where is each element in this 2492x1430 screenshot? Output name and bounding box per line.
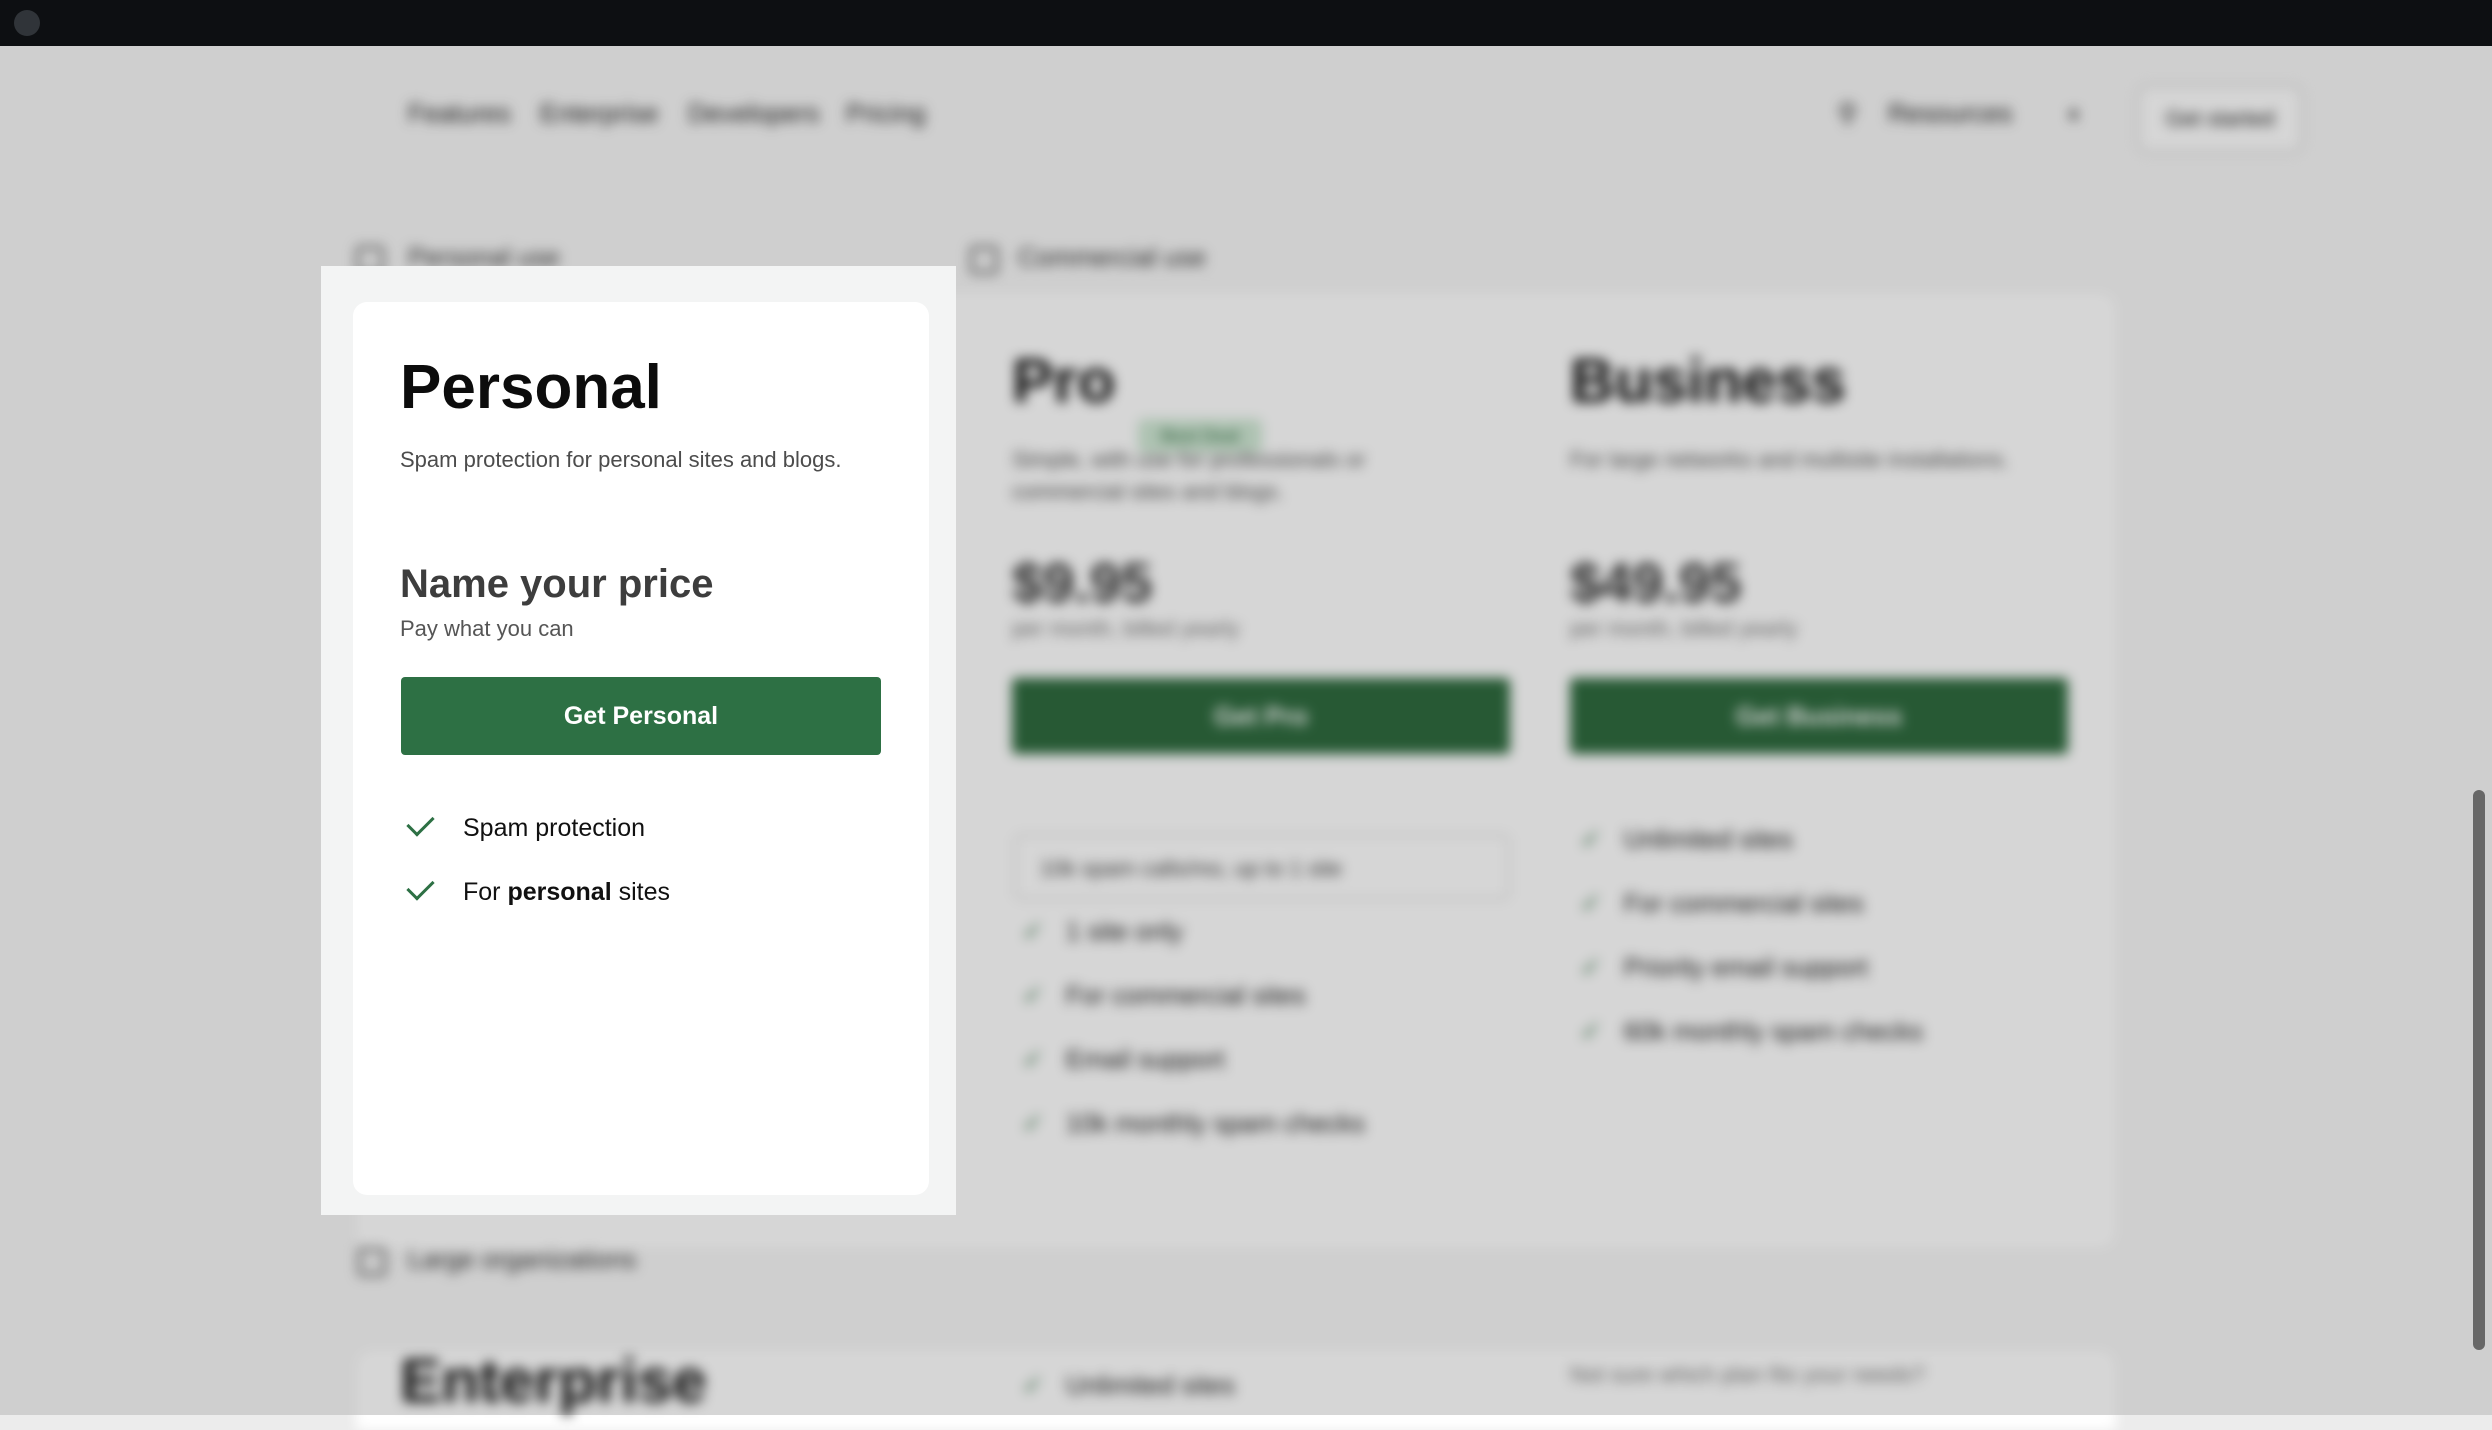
- name-your-price-heading: Name your price: [400, 562, 714, 606]
- personal-plan-description: Spam protection for personal sites and b…: [400, 447, 842, 472]
- personal-plan-title: Personal: [400, 353, 662, 422]
- personal-feature-spam-protection: Spam protection: [406, 808, 645, 845]
- pay-what-you-can-text: Pay what you can: [400, 616, 574, 641]
- checkmark-icon: [406, 872, 435, 901]
- checkmark-icon: [406, 808, 435, 837]
- page-scrollbar[interactable]: [2473, 790, 2485, 1350]
- personal-feature-personal-sites: For personal sites: [406, 872, 670, 909]
- get-personal-button[interactable]: Get Personal: [401, 677, 881, 755]
